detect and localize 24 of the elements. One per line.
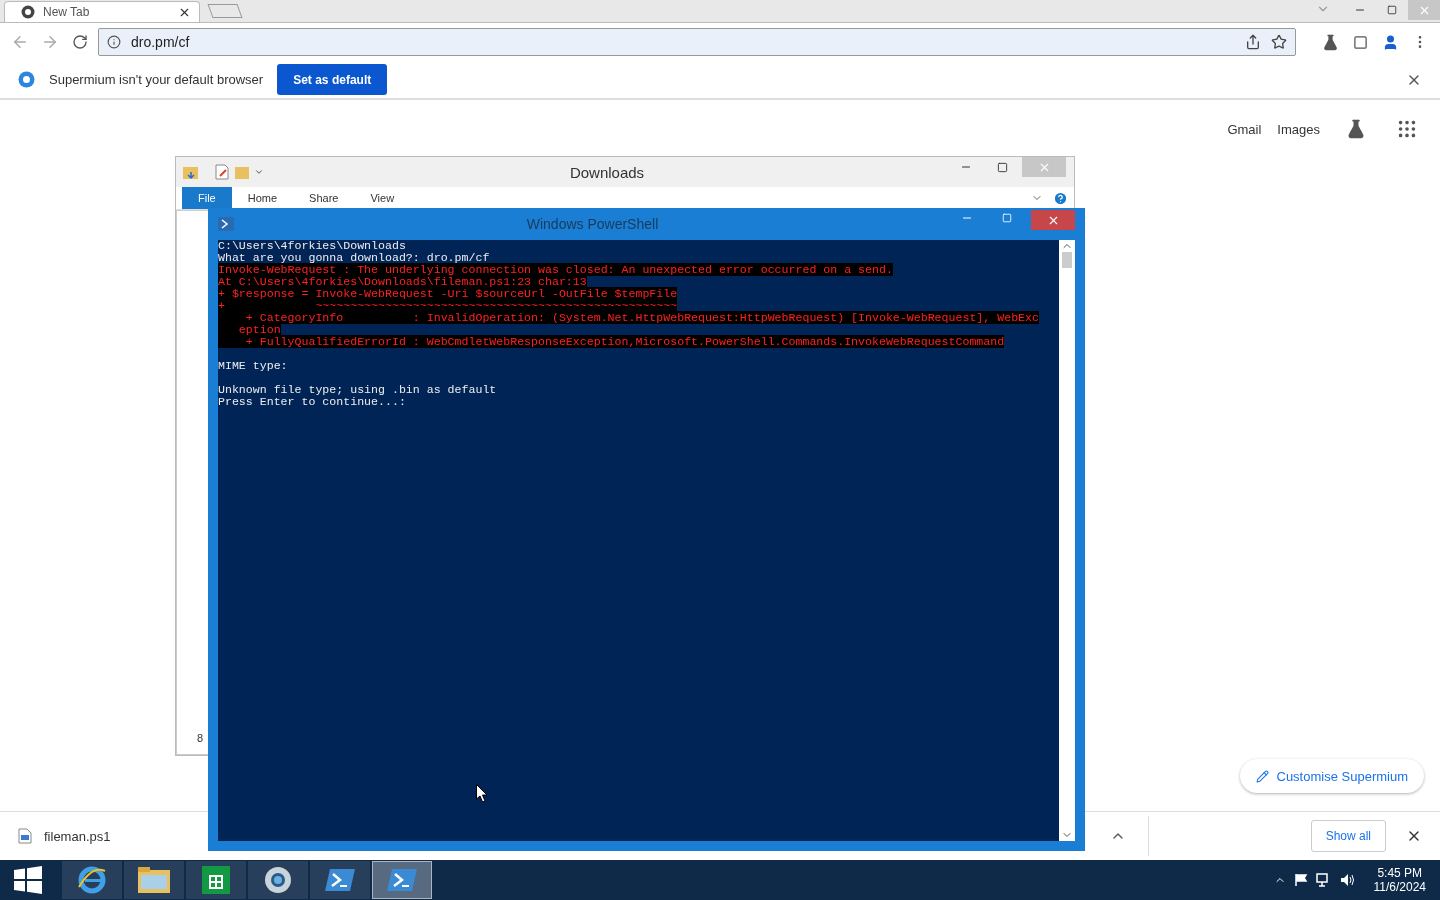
address-bar[interactable]: dro.pm/cf xyxy=(98,28,1296,56)
window-title: Downloads xyxy=(568,163,646,181)
tab-title: New Tab xyxy=(43,5,91,19)
header-link[interactable]: Images xyxy=(1277,121,1320,137)
infobar-message: Supermium isn't your default browser xyxy=(49,72,264,87)
console-line: What are you gonna download?: dro.pm/cf xyxy=(218,251,490,264)
set-default-button[interactable]: Set as default xyxy=(277,64,388,95)
url-text: dro.pm/cf xyxy=(131,34,191,50)
show-all-button[interactable]: Show all xyxy=(1310,820,1386,852)
header-link[interactable]: Gmail xyxy=(1227,121,1262,137)
console-line: MIME type: xyxy=(218,359,288,372)
customise-button[interactable]: Customise Supermium xyxy=(1239,759,1424,793)
ribbon-tab[interactable]: File xyxy=(182,187,232,209)
download-file-name[interactable]: fileman.ps1 xyxy=(44,828,111,844)
console-line: C:\Users\4forkies\Downloads xyxy=(218,239,406,252)
console-line: Press Enter to continue...: xyxy=(218,395,406,408)
ribbon-tab[interactable]: Share xyxy=(293,187,355,209)
status-text: 8 xyxy=(197,732,205,744)
window-title: Windows PowerShell xyxy=(525,216,660,232)
browser-tab[interactable]: New Tab xyxy=(4,1,200,22)
clock[interactable]: 5:45 PM 11/6/2024 xyxy=(1373,866,1426,894)
ribbon-tab[interactable]: Home xyxy=(231,187,294,209)
ribbon-tab[interactable]: View xyxy=(354,187,411,209)
console-line: Unknown file type; using .bin as default xyxy=(218,383,497,396)
